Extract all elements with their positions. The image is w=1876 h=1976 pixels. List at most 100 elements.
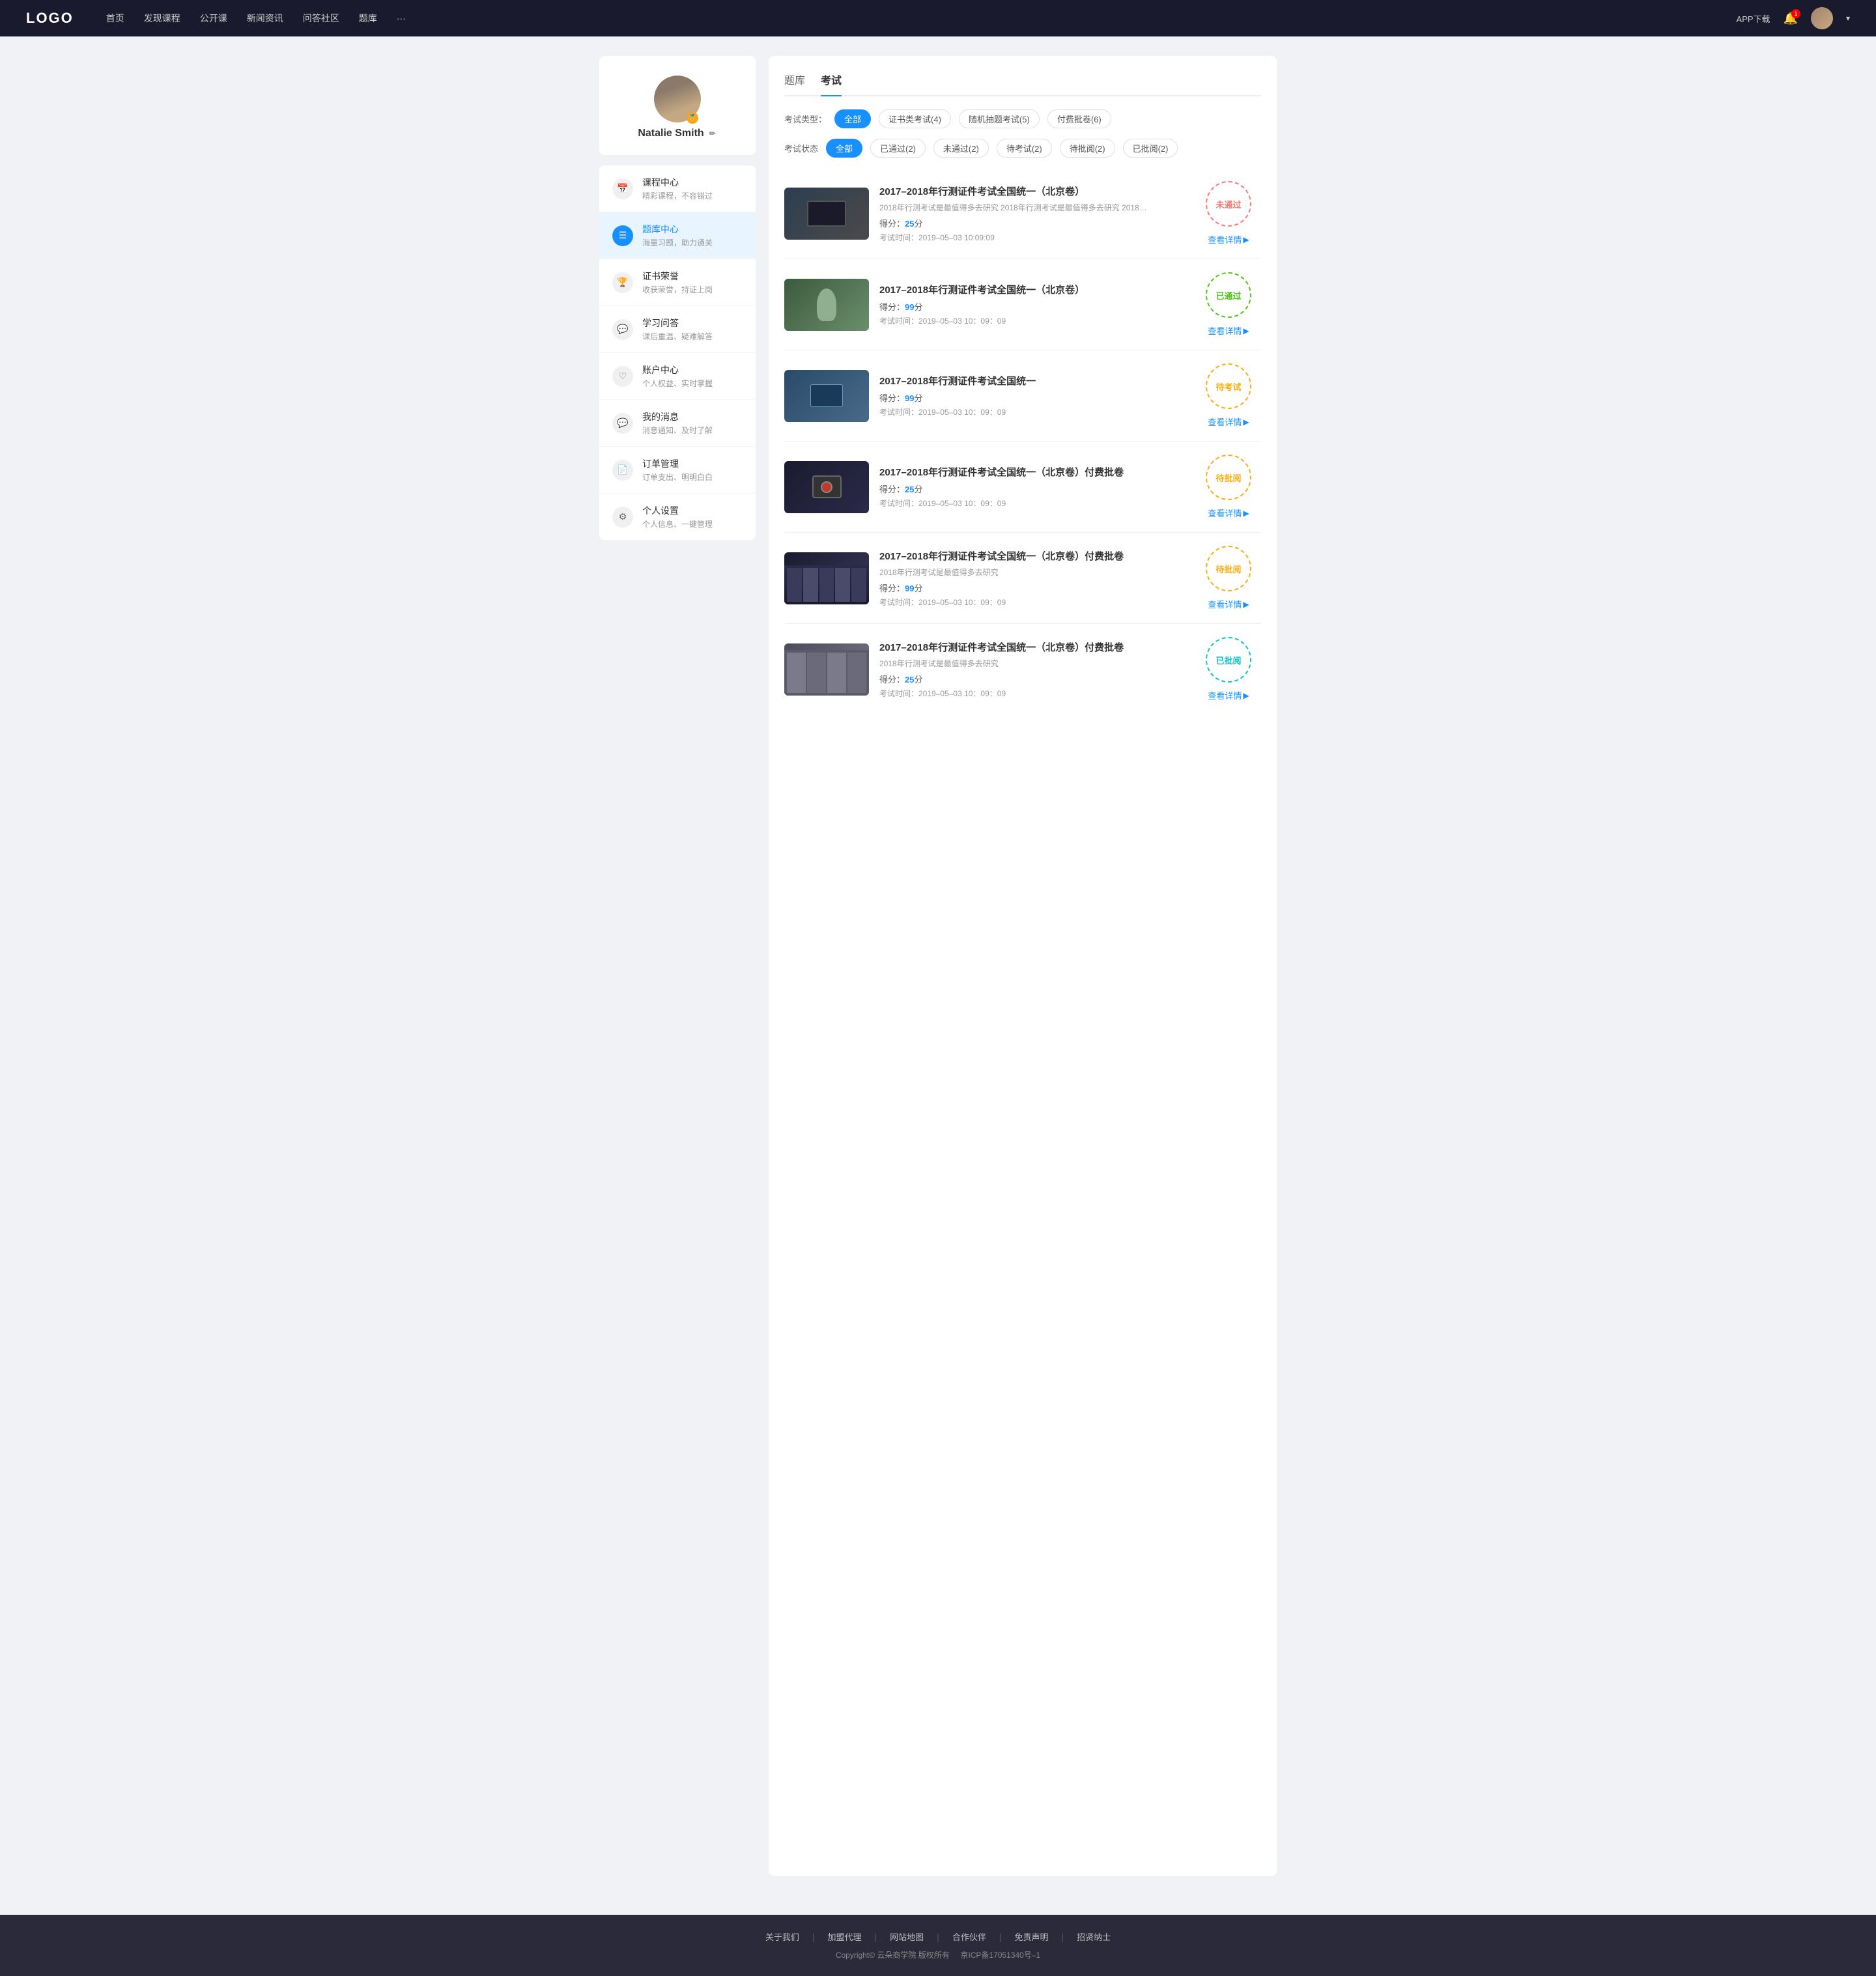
status-filter-pending-review[interactable]: 待批阅(2) bbox=[1060, 139, 1115, 158]
user-avatar[interactable] bbox=[1811, 7, 1833, 29]
qa-subtitle: 课后重温、疑难解答 bbox=[642, 331, 713, 342]
exam-desc: 2018年行测考试是最值得多去研究 bbox=[879, 567, 1153, 578]
nav-discover[interactable]: 发现课程 bbox=[144, 12, 180, 25]
exam-item: 2017–2018年行测证件考试全国统一（北京卷） 2018年行测考试是最值得多… bbox=[784, 168, 1261, 259]
exam-info: 2017–2018年行测证件考试全国统一（北京卷） 2018年行测考试是最值得多… bbox=[879, 184, 1186, 243]
exam-status-area: 已批阅 查看详情 ▶ bbox=[1196, 637, 1261, 701]
nav-home[interactable]: 首页 bbox=[106, 12, 124, 25]
logo: LOGO bbox=[26, 10, 74, 27]
exam-detail-link[interactable]: 查看详情 ▶ bbox=[1208, 416, 1249, 428]
exam-info: 2017–2018年行测证件考试全国统一（北京卷） 得分：99分 考试时间：20… bbox=[879, 283, 1186, 326]
sidebar-item-orders[interactable]: 📄 订单管理 订单支出、明明白白 bbox=[599, 447, 756, 494]
nav-news[interactable]: 新闻资讯 bbox=[247, 12, 283, 25]
status-filter-passed[interactable]: 已通过(2) bbox=[870, 139, 926, 158]
type-filter-label: 考试类型： bbox=[784, 113, 827, 125]
footer-link-jobs[interactable]: 招贤纳士 bbox=[1077, 1930, 1111, 1943]
notification-badge: 1 bbox=[1791, 9, 1800, 18]
orders-icon: 📄 bbox=[612, 460, 633, 481]
exam-time: 考试时间：2019–05–03 10：09：09 bbox=[879, 597, 1186, 608]
type-filter-row: 考试类型： 全部 证书类考试(4) 随机抽题考试(5) 付费批卷(6) bbox=[784, 109, 1261, 128]
exam-detail-link[interactable]: 查看详情 ▶ bbox=[1208, 324, 1249, 337]
nav-opencourse[interactable]: 公开课 bbox=[200, 12, 227, 25]
footer-copyright: Copyright© 云朵商学院 版权所有 京ICP备17051340号–1 bbox=[26, 1949, 1850, 1960]
exam-item: 2017–2018年行测证件考试全国统一（北京卷）付费批卷 2018年行测考试是… bbox=[784, 533, 1261, 624]
sidebar-item-messages[interactable]: 💬 我的消息 消息通知、及时了解 bbox=[599, 400, 756, 447]
exam-thumbnail bbox=[784, 552, 869, 604]
question-bank-subtitle: 海量习题，助力通关 bbox=[642, 237, 713, 248]
edit-profile-icon[interactable]: ✏ bbox=[708, 129, 717, 138]
sidebar-menu: 📅 课程中心 精彩课程，不容错过 ☰ 题库中心 海量习题，助力通关 🏆 证书荣誉… bbox=[599, 165, 756, 540]
status-filter-failed[interactable]: 未通过(2) bbox=[933, 139, 989, 158]
exam-status-badge: 待批阅 bbox=[1206, 546, 1251, 591]
tab-questionbank[interactable]: 题库 bbox=[784, 72, 805, 95]
footer-link-disclaimer[interactable]: 免责声明 bbox=[1014, 1930, 1048, 1943]
sidebar-item-settings[interactable]: ⚙ 个人设置 个人信息、一键管理 bbox=[599, 494, 756, 540]
footer-link-sitemap[interactable]: 网站地图 bbox=[890, 1930, 924, 1943]
qa-icon: 💬 bbox=[612, 319, 633, 340]
question-bank-title: 题库中心 bbox=[642, 223, 713, 236]
exam-title: 2017–2018年行测证件考试全国统一（北京卷）付费批卷 bbox=[879, 549, 1186, 563]
exam-score: 得分：25分 bbox=[879, 217, 1186, 229]
exam-title: 2017–2018年行测证件考试全国统一（北京卷） bbox=[879, 184, 1186, 198]
course-center-text: 课程中心 精彩课程，不容错过 bbox=[642, 176, 713, 201]
app-download-button[interactable]: APP下载 bbox=[1737, 12, 1770, 25]
status-filter-all[interactable]: 全部 bbox=[826, 139, 862, 158]
sidebar-item-account[interactable]: ♡ 账户中心 个人权益、实时掌握 bbox=[599, 353, 756, 400]
orders-subtitle: 订单支出、明明白白 bbox=[642, 472, 713, 483]
nav-qa[interactable]: 问答社区 bbox=[303, 12, 339, 25]
exam-status-badge: 待考试 bbox=[1206, 363, 1251, 409]
notification-bell[interactable]: 🔔 1 bbox=[1784, 12, 1798, 25]
exam-detail-link[interactable]: 查看详情 ▶ bbox=[1208, 689, 1249, 701]
exam-thumbnail bbox=[784, 370, 869, 422]
type-filter-paid[interactable]: 付费批卷(6) bbox=[1047, 109, 1111, 128]
footer-link-about[interactable]: 关于我们 bbox=[765, 1930, 799, 1943]
status-filter-reviewed[interactable]: 已批阅(2) bbox=[1123, 139, 1178, 158]
exam-thumbnail bbox=[784, 279, 869, 331]
exam-detail-link[interactable]: 查看详情 ▶ bbox=[1208, 233, 1249, 246]
exam-desc: 2018年行测考试是最值得多去研究 2018年行测考试是最值得多去研究 2018… bbox=[879, 202, 1153, 213]
course-center-icon: 📅 bbox=[612, 178, 633, 199]
type-filter-random[interactable]: 随机抽题考试(5) bbox=[959, 109, 1040, 128]
nav-more[interactable]: ··· bbox=[397, 13, 406, 23]
profile-avatar: 🏅 bbox=[654, 76, 701, 122]
sidebar-item-qa[interactable]: 💬 学习问答 课后重温、疑难解答 bbox=[599, 306, 756, 353]
exam-time: 考试时间：2019–05–03 10：09：09 bbox=[879, 498, 1186, 509]
status-filter-pending-exam[interactable]: 待考试(2) bbox=[997, 139, 1052, 158]
main-content: 题库 考试 考试类型： 全部 证书类考试(4) 随机抽题考试(5) 付费批卷(6… bbox=[769, 56, 1277, 1876]
footer-link-franchise[interactable]: 加盟代理 bbox=[828, 1930, 862, 1943]
question-bank-icon: ☰ bbox=[612, 225, 633, 246]
footer-link-partners[interactable]: 合作伙伴 bbox=[952, 1930, 986, 1943]
certificate-title: 证书荣誉 bbox=[642, 270, 713, 283]
exam-score: 得分：99分 bbox=[879, 582, 1186, 594]
exam-detail-link[interactable]: 查看详情 ▶ bbox=[1208, 598, 1249, 610]
exam-item: 2017–2018年行测证件考试全国统一（北京卷）付费批卷 2018年行测考试是… bbox=[784, 624, 1261, 714]
exam-item: 2017–2018年行测证件考试全国统一（北京卷） 得分：99分 考试时间：20… bbox=[784, 259, 1261, 350]
exam-score: 得分：99分 bbox=[879, 300, 1186, 313]
account-subtitle: 个人权益、实时掌握 bbox=[642, 378, 713, 389]
avatar-image bbox=[1811, 7, 1833, 29]
exam-thumbnail bbox=[784, 643, 869, 696]
exam-title: 2017–2018年行测证件考试全国统一（北京卷）付费批卷 bbox=[879, 465, 1186, 479]
sidebar-item-question-bank[interactable]: ☰ 题库中心 海量习题，助力通关 bbox=[599, 212, 756, 259]
exam-status-area: 待考试 查看详情 ▶ bbox=[1196, 363, 1261, 428]
sidebar-item-certificate[interactable]: 🏆 证书荣誉 收获荣誉，持证上岗 bbox=[599, 259, 756, 306]
user-dropdown-icon[interactable]: ▾ bbox=[1846, 14, 1850, 23]
nav-questionbank[interactable]: 题库 bbox=[359, 12, 377, 25]
type-filter-all[interactable]: 全部 bbox=[834, 109, 871, 128]
sidebar-item-course-center[interactable]: 📅 课程中心 精彩课程，不容错过 bbox=[599, 165, 756, 212]
exam-time: 考试时间：2019–05–03 10：09：09 bbox=[879, 688, 1186, 699]
account-text: 账户中心 个人权益、实时掌握 bbox=[642, 363, 713, 389]
certificate-icon: 🏆 bbox=[612, 272, 633, 293]
type-filter-certificate[interactable]: 证书类考试(4) bbox=[879, 109, 951, 128]
tab-exam[interactable]: 考试 bbox=[821, 72, 842, 95]
exam-thumbnail bbox=[784, 461, 869, 513]
exam-score: 得分：99分 bbox=[879, 391, 1186, 404]
exam-desc: 2018年行测考试是最值得多去研究 bbox=[879, 658, 1153, 669]
exam-detail-link[interactable]: 查看详情 ▶ bbox=[1208, 507, 1249, 519]
exam-score: 得分：25分 bbox=[879, 483, 1186, 495]
exam-thumbnail bbox=[784, 188, 869, 240]
exam-time: 考试时间：2019–05–03 10：09：09 bbox=[879, 315, 1186, 326]
exam-score: 得分：25分 bbox=[879, 673, 1186, 685]
username: Natalie Smith ✏ bbox=[612, 128, 743, 139]
exam-status-area: 已通过 查看详情 ▶ bbox=[1196, 272, 1261, 337]
